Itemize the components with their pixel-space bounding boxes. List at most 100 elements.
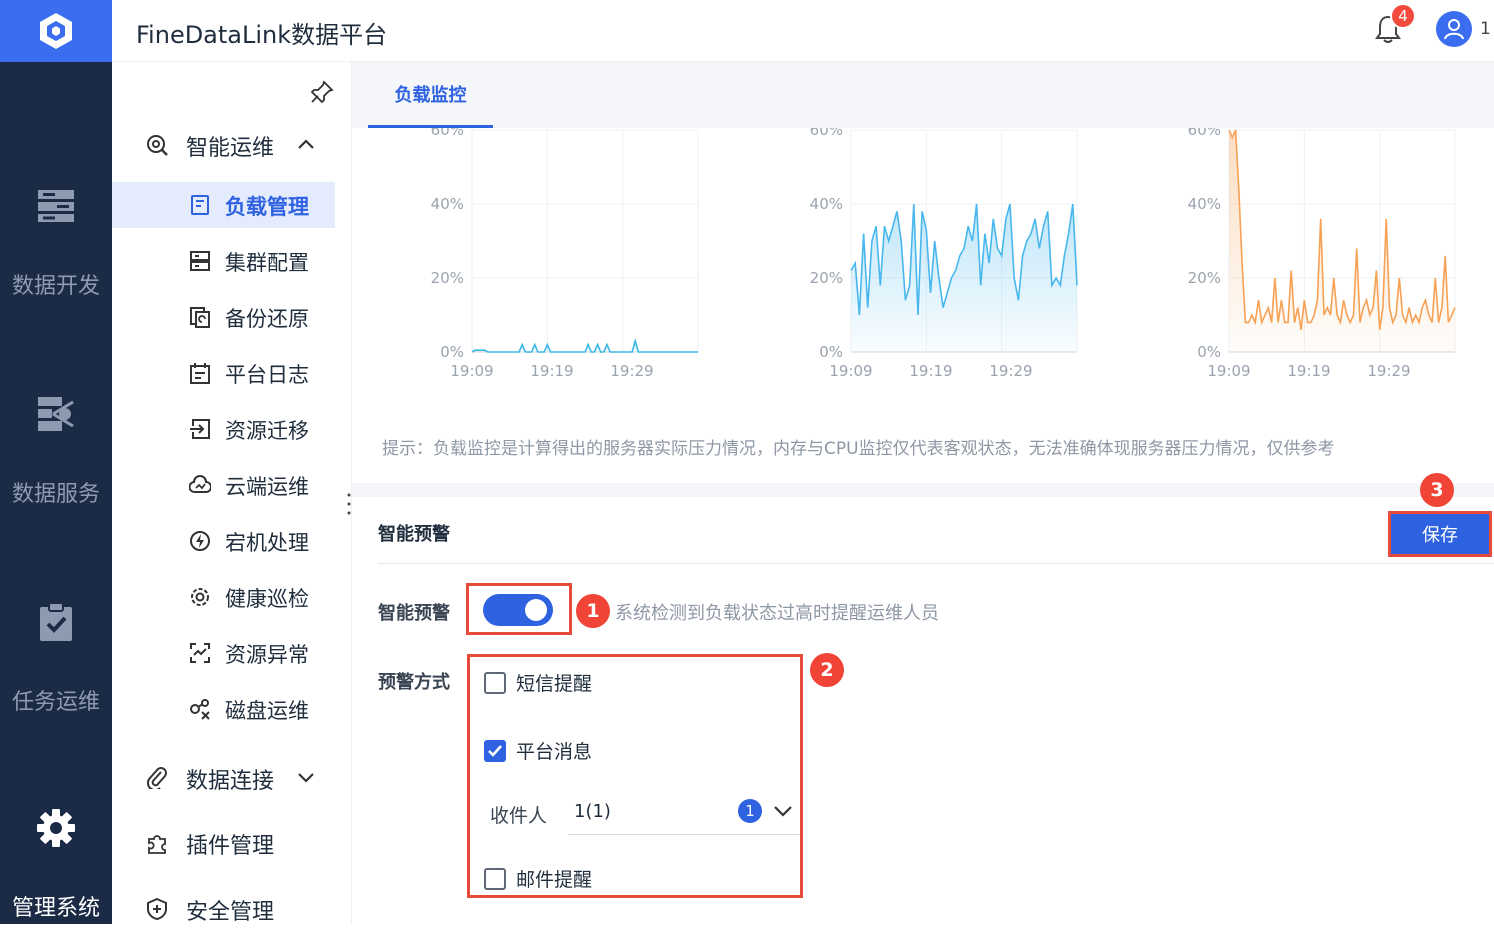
chevron-down-icon[interactable] [772, 801, 794, 821]
x-tick-label: 19:29 [610, 362, 653, 380]
sidebar-item-resource-migration[interactable]: 资源迁移 [112, 406, 335, 452]
sidebar-item-label: 宕机处理 [225, 531, 309, 555]
sidebar-item-backup-restore[interactable]: 备份还原 [112, 294, 335, 340]
smart-ops-icon [147, 135, 168, 156]
rail-label: 管理系统 [11, 896, 100, 921]
tab-bar: 负载监控 [352, 62, 1494, 128]
warning-method-label: 预警方式 [378, 672, 450, 693]
backup-icon [190, 307, 210, 328]
sidebar-group-label: 智能运维 [186, 136, 275, 161]
rail-label: 数据开发 [11, 274, 100, 299]
y-tick-label: 60% [810, 128, 843, 139]
rail-item-management[interactable]: 管理系统 [0, 808, 112, 922]
paperclip-icon [146, 767, 167, 789]
user-name[interactable]: 1 [1480, 19, 1491, 39]
save-button[interactable]: 保存 [1388, 511, 1492, 557]
recipient-value: 1(1) [574, 801, 611, 822]
sidebar-group-smart-ops[interactable]: 智能运维 [112, 124, 352, 164]
y-tick-label: 60% [1188, 128, 1221, 139]
sidebar-item-cloud-ops[interactable]: 云端运维 [112, 462, 335, 508]
app-logo[interactable] [0, 0, 112, 62]
puzzle-icon [148, 835, 166, 854]
chevron-down-icon [298, 773, 314, 783]
sidebar-item-label: 平台日志 [225, 363, 309, 387]
y-tick-label: 40% [810, 195, 843, 213]
sidebar-item-resource-anomaly[interactable]: 资源异常 [112, 630, 335, 676]
tab-load-monitor[interactable]: 负载监控 [368, 62, 493, 128]
app-title: FineDataLink数据平台 [136, 21, 388, 49]
lightning-icon [190, 531, 210, 551]
chart-memory: 60% 40% 20% 0% 19:09 19:19 19:29 [791, 128, 1151, 388]
checkbox-box[interactable] [484, 671, 506, 694]
callout-badge: 3 [1420, 473, 1454, 507]
checkbox-box[interactable] [484, 867, 506, 890]
sidebar-item-label: 集群配置 [225, 251, 309, 275]
y-tick-label: 20% [810, 269, 843, 287]
rail-item-data-service[interactable]: 数据服务 [0, 394, 112, 508]
x-tick-label: 19:09 [450, 362, 493, 380]
sidebar-item-disk-ops[interactable]: 磁盘运维 [112, 686, 335, 732]
section-title: 智能预警 [378, 524, 450, 545]
pin-icon[interactable] [310, 80, 334, 104]
x-tick-label: 19:09 [1207, 362, 1250, 380]
callout-badge: 1 [576, 594, 610, 628]
migrate-icon [190, 419, 210, 439]
y-tick-label: 20% [431, 269, 464, 287]
rail-item-task-ops[interactable]: 任务运维 [0, 602, 112, 716]
scan-icon [190, 643, 210, 663]
y-tick-label: 0% [440, 343, 464, 361]
primary-nav-rail: 数据开发 数据服务 任务运维 管理系统 [0, 0, 112, 924]
settings-check-icon [191, 588, 209, 606]
load-icon [191, 195, 209, 215]
sidebar-group-security-management[interactable]: 安全管理 [112, 888, 352, 928]
avatar[interactable] [1436, 11, 1472, 47]
chart-load: 60% 40% 20% 0% 19:09 19:19 19:29 [412, 128, 772, 388]
y-tick-label: 40% [1188, 195, 1221, 213]
cloud-icon [189, 475, 211, 493]
checkbox-label: 短信提醒 [516, 673, 593, 695]
sidebar-item-load-management[interactable]: 负载管理 [112, 182, 335, 228]
smart-warning-label: 智能预警 [378, 603, 450, 624]
rail-item-data-dev[interactable]: 数据开发 [0, 186, 112, 300]
gear-icon [36, 808, 76, 848]
highlight-box [466, 583, 572, 635]
sidebar-item-label: 资源迁移 [225, 419, 309, 443]
calendar-log-icon [190, 363, 210, 384]
y-tick-label: 0% [1197, 343, 1221, 361]
top-header: FineDataLink数据平台 4 1 [112, 0, 1494, 62]
checkbox-label: 邮件提醒 [516, 869, 593, 891]
sidebar-group-plugin-management[interactable]: 插件管理 [112, 822, 352, 862]
sidebar-group-label: 插件管理 [186, 834, 275, 859]
sidebar-item-platform-log[interactable]: 平台日志 [112, 350, 335, 396]
sidebar-item-label: 云端运维 [225, 475, 309, 499]
sidebar-item-cluster-config[interactable]: 集群配置 [112, 238, 335, 284]
chart-svg: 60% 40% 20% 0%19:09 19:19 19:29 [810, 128, 1078, 380]
sidebar-item-downtime[interactable]: 宕机处理 [112, 518, 335, 564]
sidebar-group-label: 安全管理 [186, 900, 275, 925]
chart-svg: 60% 40% 20% 0%19:09 19:19 19:29 [431, 128, 699, 380]
checkbox-platform-message[interactable]: 平台消息 [484, 737, 592, 764]
main-content: 负载监控 60% 40% 20% 0% 19:09 19:19 19:29 60% 40% 20… [352, 62, 1494, 924]
recipient-select[interactable]: 1(1) 1 [568, 789, 800, 835]
cube-logo-icon [40, 13, 72, 49]
x-tick-label: 19:19 [1287, 362, 1330, 380]
rail-label: 任务运维 [11, 690, 100, 715]
user-icon [1444, 19, 1464, 40]
x-tick-label: 19:19 [530, 362, 573, 380]
secondary-sidebar: 智能运维 负载管理 集群配置 备份还原 平台日志 资源迁移 云端运维 宕机处理 … [112, 62, 352, 925]
x-tick-label: 19:19 [909, 362, 952, 380]
x-tick-label: 19:29 [1367, 362, 1410, 380]
toggle-knob [525, 599, 547, 621]
x-tick-label: 19:09 [829, 362, 872, 380]
sidebar-item-health-check[interactable]: 健康巡检 [112, 574, 335, 620]
divider [378, 563, 1494, 564]
checkbox-box[interactable] [484, 739, 506, 762]
checkbox-label: 平台消息 [516, 741, 593, 763]
checkbox-sms[interactable]: 短信提醒 [484, 669, 592, 696]
smart-warning-toggle[interactable] [483, 594, 553, 626]
y-tick-label: 20% [1188, 269, 1221, 287]
sidebar-item-label: 健康巡检 [225, 587, 309, 611]
sidebar-group-data-connection[interactable]: 数据连接 [112, 757, 352, 797]
x-tick-label: 19:29 [989, 362, 1032, 380]
checkbox-email[interactable]: 邮件提醒 [484, 865, 592, 892]
